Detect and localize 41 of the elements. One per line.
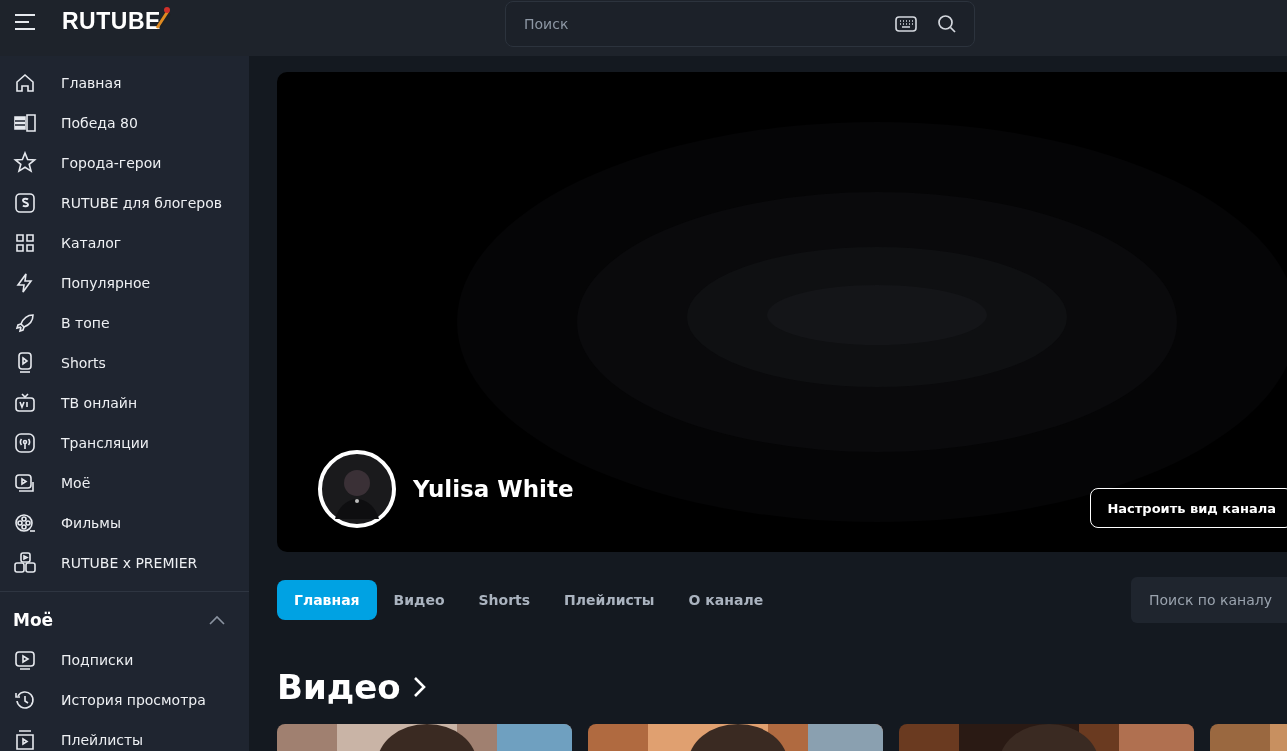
sidebar-item[interactable]: Фильмы bbox=[0, 503, 249, 543]
section-title: Моё bbox=[13, 610, 54, 630]
broadcast-icon bbox=[13, 431, 37, 455]
sidebar-item[interactable]: Трансляции bbox=[0, 423, 249, 463]
sidebar-item[interactable]: Главная bbox=[0, 63, 249, 103]
rocket-icon bbox=[13, 311, 37, 335]
sidebar-item[interactable]: Города-герои bbox=[0, 143, 249, 183]
star-icon bbox=[13, 151, 37, 175]
clock-icon bbox=[13, 688, 37, 712]
grid-icon bbox=[13, 231, 37, 255]
menu-icon[interactable] bbox=[14, 12, 36, 31]
sidebar-item[interactable]: Популярное bbox=[0, 263, 249, 303]
sidebar-item[interactable]: Shorts bbox=[0, 343, 249, 383]
badge-icon bbox=[13, 191, 37, 215]
sidebar-item[interactable]: RUTUBE x PREMIER bbox=[0, 543, 249, 583]
channel-tab[interactable]: О канале bbox=[671, 580, 781, 620]
sidebar-item[interactable]: В топе bbox=[0, 303, 249, 343]
blocks-icon bbox=[13, 551, 37, 575]
stack-icon bbox=[13, 471, 37, 495]
sidebar-item[interactable]: ТВ онлайн bbox=[0, 383, 249, 423]
channel-tab[interactable]: Плейлисты bbox=[547, 580, 672, 620]
list-icon bbox=[13, 728, 37, 751]
sidebar-item[interactable]: Подписки bbox=[0, 640, 249, 680]
tv-icon bbox=[13, 391, 37, 415]
sidebar-item[interactable]: Плейлисты bbox=[0, 720, 249, 751]
sidebar-item[interactable]: RUTUBE для блогеров bbox=[0, 183, 249, 223]
sidebar-item[interactable]: Каталог bbox=[0, 223, 249, 263]
channel-tab[interactable]: Shorts bbox=[461, 580, 548, 620]
keyboard-icon[interactable] bbox=[895, 16, 917, 32]
home-icon bbox=[13, 71, 37, 95]
logo[interactable]: RUTUBE bbox=[62, 8, 161, 35]
sidebar-item[interactable]: Моё bbox=[0, 463, 249, 503]
sidebar-item[interactable]: История просмотра bbox=[0, 680, 249, 720]
sidebar-item[interactable]: Победа 80 bbox=[0, 103, 249, 143]
section-heading[interactable]: Видео bbox=[277, 667, 401, 707]
search-icon[interactable] bbox=[937, 14, 957, 34]
channel-tab[interactable]: Видео bbox=[376, 580, 462, 620]
search-field[interactable]: Поиск bbox=[505, 1, 975, 47]
play-icon bbox=[13, 648, 37, 672]
channel-search-field[interactable]: Поиск по каналу bbox=[1131, 577, 1287, 623]
reel-icon bbox=[13, 511, 37, 535]
